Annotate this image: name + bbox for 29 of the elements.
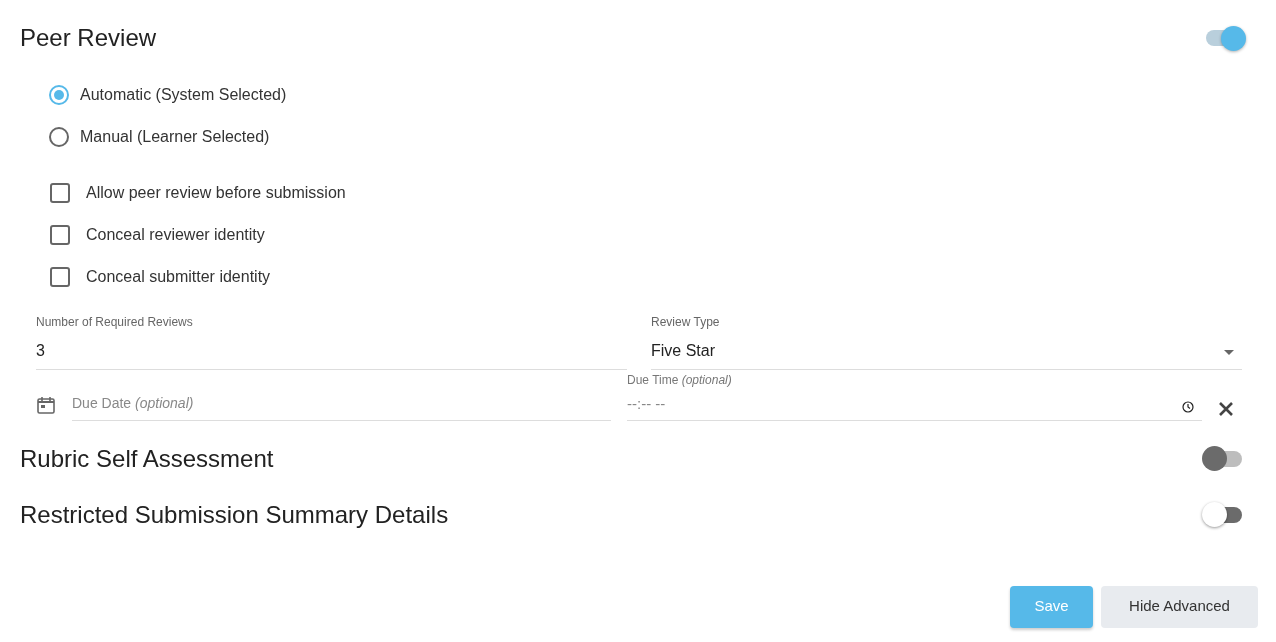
calendar-icon	[36, 394, 56, 415]
field-placeholder: --:-- --	[627, 394, 666, 414]
field-value: 3	[36, 341, 46, 361]
date-field[interactable]: Due Date (optional)	[72, 392, 611, 421]
checkbox-label: Conceal reviewer identity	[86, 225, 265, 245]
close-icon	[1218, 400, 1234, 417]
section-title: Rubric Self Assessment	[20, 443, 274, 474]
clear-button[interactable]	[1218, 400, 1234, 417]
radio-label: Automatic (System Selected)	[80, 85, 287, 105]
field-value: Five Star	[651, 341, 715, 361]
section-title: Restricted Submission Summary Details	[20, 499, 449, 530]
clock-icon	[1182, 400, 1194, 413]
checkbox[interactable]	[50, 225, 70, 245]
time-field[interactable]: Due Time (optional) --:-- --	[627, 371, 1202, 421]
checkbox[interactable]	[50, 183, 70, 203]
field-label: Due Time (optional)	[627, 372, 733, 389]
field-label: Number of Required Reviews	[36, 314, 194, 331]
radio-button[interactable]	[49, 127, 69, 147]
field-label: Review Type	[651, 314, 721, 331]
dropdown-caret-icon	[1224, 350, 1234, 355]
checkbox[interactable]	[50, 267, 70, 287]
number-field[interactable]: Number of Required Reviews 3	[36, 313, 627, 370]
checkbox-label: Conceal submitter identity	[86, 267, 271, 287]
radio-label: Manual (Learner Selected)	[80, 127, 270, 147]
radio-button[interactable]	[49, 85, 69, 105]
checkbox-label: Allow peer review before submission	[86, 183, 346, 203]
select-field[interactable]: Review Type Five Star	[651, 313, 1242, 370]
hide-advanced-button[interactable]: Hide Advanced	[1101, 585, 1258, 628]
section-title: Peer Review	[20, 23, 157, 53]
